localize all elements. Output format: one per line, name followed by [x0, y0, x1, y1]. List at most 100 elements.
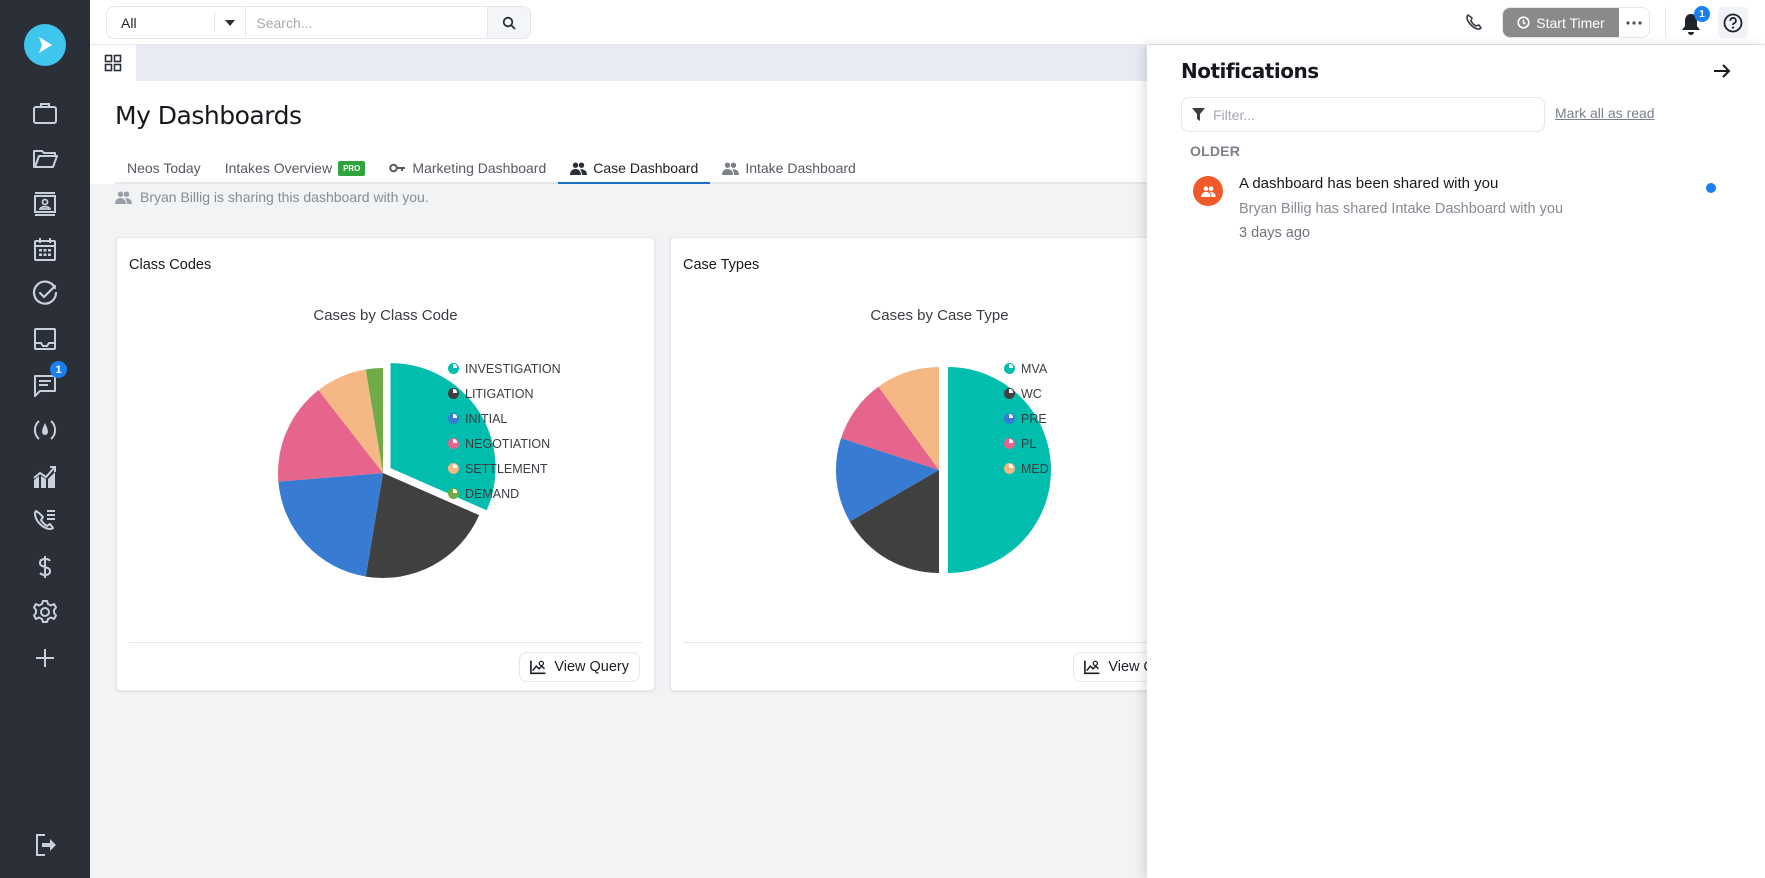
briefcase-icon — [33, 103, 57, 124]
sidebar-item-add[interactable] — [27, 640, 63, 676]
notification-count-badge: 1 — [1694, 6, 1710, 22]
workspace-tab-strip — [90, 45, 1147, 81]
top-header: All Start Timer 1 — [90, 0, 1765, 45]
legend-item-litigation[interactable]: LITIGATION — [448, 381, 561, 406]
sidebar-item-documents[interactable] — [27, 140, 63, 176]
notifications-filter — [1181, 97, 1545, 132]
legend-item-demand[interactable]: DEMAND — [448, 481, 561, 506]
app-logo[interactable] — [24, 24, 66, 66]
sharing-notice: Bryan Billig is sharing this dashboard w… — [115, 189, 429, 205]
search-scope-select[interactable]: All — [107, 7, 245, 38]
legend-pie-icon — [448, 488, 459, 499]
pie-slice-initial[interactable] — [278, 473, 383, 577]
legend-pie-icon — [1004, 463, 1015, 474]
legend-item-pl[interactable]: PL — [1004, 431, 1049, 456]
logout-button[interactable] — [27, 827, 63, 863]
view-query-button[interactable]: View Query — [519, 652, 640, 682]
start-timer-button[interactable]: Start Timer — [1503, 8, 1619, 37]
close-panel-button[interactable] — [1710, 59, 1734, 83]
sidebar-item-messages[interactable]: 1 — [27, 361, 67, 403]
notification-avatar — [1193, 176, 1223, 206]
tab-neos-today[interactable]: Neos Today — [115, 154, 213, 182]
sidebar-item-inbox[interactable] — [27, 321, 63, 357]
legend-pie-icon — [448, 463, 459, 474]
dashboard-tabs: Neos Today Intakes Overview PRO Marketin… — [115, 154, 1147, 184]
sidebar-item-settings[interactable] — [27, 594, 63, 630]
legend-pie-icon — [448, 413, 459, 424]
apps-grid-button[interactable] — [90, 45, 136, 81]
sidebar-item-tasks[interactable] — [27, 275, 63, 311]
legend-item-investigation[interactable]: INVESTIGATION — [448, 356, 561, 381]
tab-case-dashboard[interactable]: Case Dashboard — [558, 154, 711, 184]
phone-button[interactable] — [1462, 11, 1486, 35]
ellipsis-icon — [1626, 20, 1642, 25]
tab-intake-dashboard[interactable]: Intake Dashboard — [710, 154, 868, 182]
sidebar-item-billing[interactable] — [27, 549, 63, 585]
legend-label: SETTLEMENT — [465, 461, 548, 476]
search-icon — [502, 16, 516, 30]
sidebar-item-reports[interactable] — [27, 459, 63, 495]
tab-label: Case Dashboard — [593, 160, 699, 176]
global-search: All — [106, 6, 531, 39]
notifications-panel: Notifications Mark all as read OLDER A d… — [1147, 45, 1765, 878]
legend-pie-icon — [448, 388, 459, 399]
class-codes-card: Class Codes Cases by Class Code INVESTIG… — [116, 237, 655, 691]
search-button[interactable] — [487, 7, 530, 38]
legend-item-wc[interactable]: WC — [1004, 381, 1049, 406]
search-input[interactable] — [245, 7, 488, 38]
more-options-button[interactable] — [1619, 8, 1649, 37]
help-icon — [1723, 13, 1743, 32]
legend-item-med[interactable]: MED — [1004, 456, 1049, 481]
legend-label: MVA — [1021, 361, 1048, 376]
arrow-right-icon — [1714, 64, 1731, 78]
query-chart-icon — [1084, 660, 1100, 675]
legend-item-settlement[interactable]: SETTLEMENT — [448, 456, 561, 481]
tab-label: Neos Today — [127, 160, 201, 176]
messages-badge: 1 — [50, 361, 67, 378]
filter-input[interactable] — [1213, 106, 1533, 123]
sidebar-item-intake[interactable] — [27, 412, 63, 448]
caret-down-icon — [225, 20, 236, 26]
header-divider — [1665, 7, 1666, 38]
mark-all-read-link[interactable]: Mark all as read — [1555, 105, 1655, 121]
dollar-icon — [38, 556, 52, 578]
tab-marketing-dashboard[interactable]: Marketing Dashboard — [377, 154, 558, 182]
chart-icon — [33, 466, 56, 488]
tab-intakes-overview[interactable]: Intakes Overview PRO — [213, 154, 378, 182]
help-button[interactable] — [1718, 7, 1748, 38]
unread-indicator — [1706, 183, 1716, 193]
view-query-label: View Query — [554, 659, 629, 675]
contact-card-icon — [34, 192, 56, 216]
logout-icon — [36, 834, 56, 856]
play-icon — [39, 37, 52, 53]
calendar-icon — [34, 238, 56, 261]
notification-item[interactable]: A dashboard has been shared with you Bry… — [1187, 170, 1742, 255]
query-chart-icon — [530, 660, 546, 675]
legend-pie-icon — [448, 438, 459, 449]
legend-item-negotiation[interactable]: NEGOTIATION — [448, 431, 561, 456]
notifications-title: Notifications — [1181, 59, 1319, 83]
page-title: My Dashboards — [115, 101, 302, 130]
grid-icon — [104, 54, 122, 72]
legend-item-mva[interactable]: MVA — [1004, 356, 1049, 381]
sidebar-item-calendar[interactable] — [27, 231, 63, 267]
legend-item-initial[interactable]: INITIAL — [448, 406, 561, 431]
class-code-pie-chart — [278, 363, 496, 578]
users-icon — [1200, 185, 1216, 197]
chart-legend: INVESTIGATION LITIGATION INITIAL NEGOTIATIO… — [448, 356, 561, 506]
gear-icon — [33, 600, 57, 623]
notifications-button[interactable]: 1 — [1678, 6, 1710, 37]
dashboard-header: My Dashboards Neos Today Intakes Overvie… — [90, 81, 1147, 184]
legend-item-pre[interactable]: PRE — [1004, 406, 1049, 431]
sidebar-item-contacts[interactable] — [27, 186, 63, 222]
sidebar-item-call-log[interactable] — [27, 503, 63, 539]
notification-body: Bryan Billig has shared Intake Dashboard… — [1239, 201, 1564, 217]
sidebar-item-cases[interactable] — [27, 95, 63, 131]
legend-pie-icon — [1004, 388, 1015, 399]
legend-label: INVESTIGATION — [465, 361, 561, 376]
key-icon — [389, 163, 406, 173]
legend-label: LITIGATION — [465, 386, 534, 401]
inbox-icon — [34, 328, 56, 350]
main-content: My Dashboards Neos Today Intakes Overvie… — [90, 81, 1209, 878]
legend-pie-icon — [1004, 413, 1015, 424]
